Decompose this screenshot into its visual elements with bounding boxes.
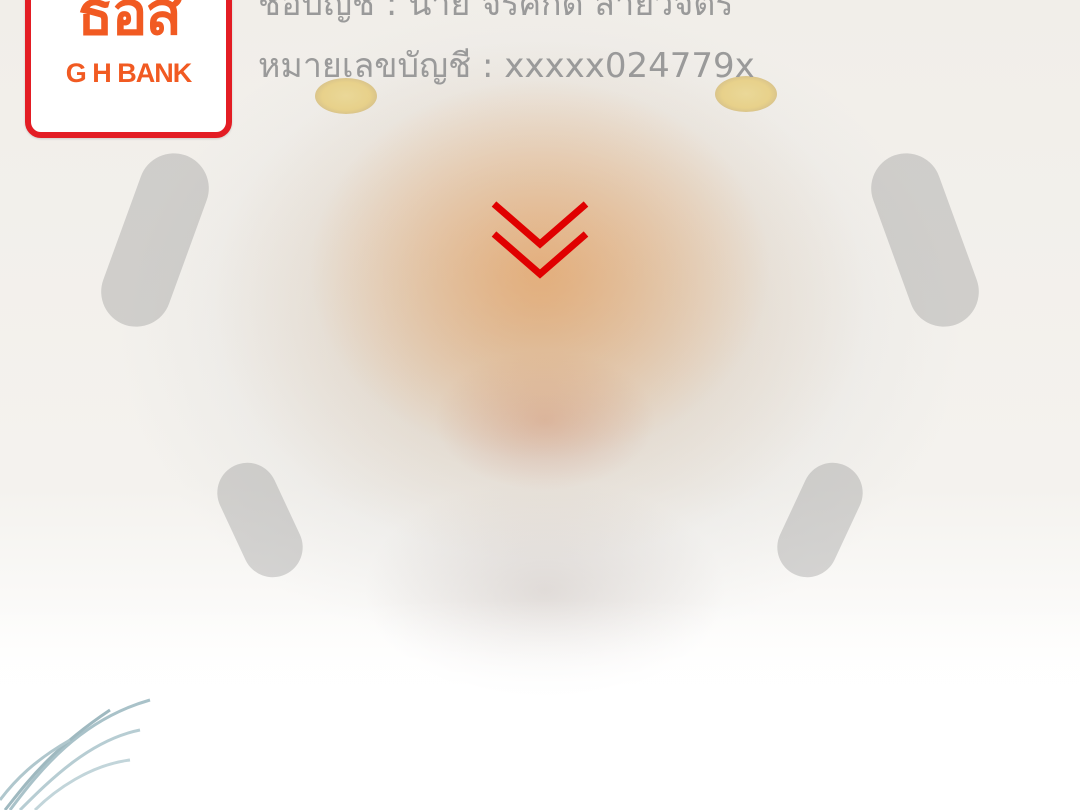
logo-english-text: G H BANK [65,58,193,88]
logo-thai-text: ธอส [76,0,182,49]
screen: ธอส G H BANK ชื่อบัญชี : นาย จีรศักดิ์ ส… [0,0,1080,810]
grass-decoration [0,698,151,810]
account-number: หมายเลขบัญชี : xxxxx024779x [258,46,755,86]
double-chevron-down-icon[interactable] [488,196,592,286]
account-name: ชื่อบัญชี : นาย จีรศักดิ์ สายวิจิตร [258,0,734,24]
bank-logo: ธอส G H BANK [25,0,232,138]
